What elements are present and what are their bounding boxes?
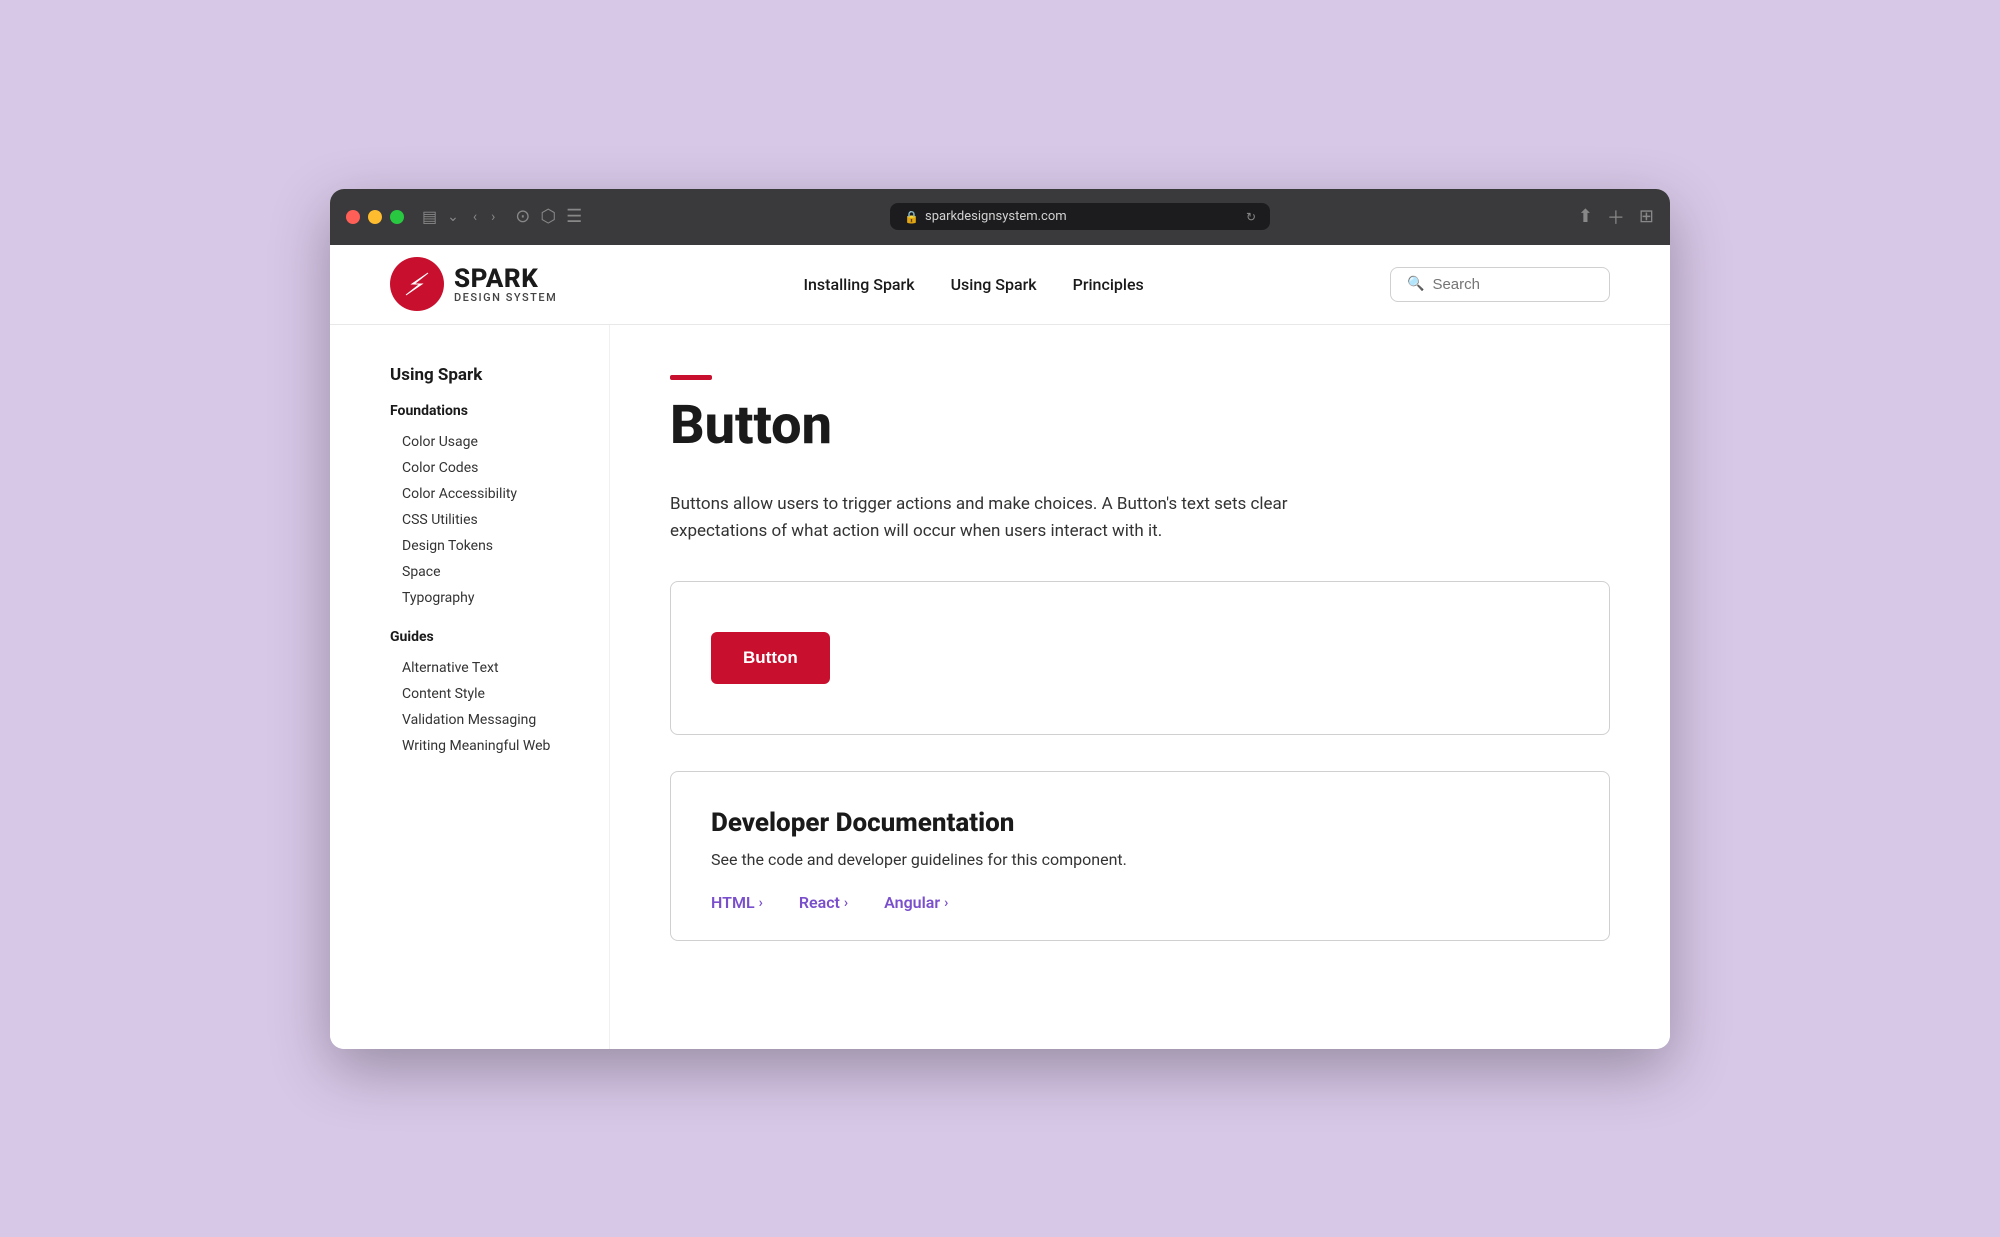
sidebar-item-content-style[interactable]: Content Style: [390, 681, 579, 707]
demo-box: Button: [670, 581, 1610, 735]
sidebar-group-guides: Guides: [390, 629, 579, 645]
sidebar-item-space[interactable]: Space: [390, 559, 579, 585]
html-link-arrow: ›: [759, 895, 763, 911]
sidebar-item-color-usage[interactable]: Color Usage: [390, 429, 579, 455]
browser-actions: ⬆ ＋ ⊞: [1578, 204, 1654, 230]
sidebar-item-writing-meaningful-web[interactable]: Writing Meaningful Web: [390, 733, 579, 759]
url-text: sparkdesignsystem.com: [925, 209, 1067, 224]
sidebar: Using Spark Foundations Color Usage Colo…: [330, 325, 610, 1049]
forward-icon[interactable]: ›: [487, 207, 499, 227]
sidebar-item-color-codes[interactable]: Color Codes: [390, 455, 579, 481]
main-content: Button Buttons allow users to trigger ac…: [610, 325, 1670, 1049]
browser-controls: ⊙ ⬡ ☰: [515, 206, 582, 227]
main-layout: Using Spark Foundations Color Usage Colo…: [330, 325, 1670, 1049]
browser-window: ▤ ⌄ ‹ › ⊙ ⬡ ☰ 🔒 sparkdesignsystem.com ↻ …: [330, 189, 1670, 1049]
spark-logo-icon: [390, 257, 444, 311]
nav-links: Installing Spark Using Spark Principles: [803, 275, 1143, 294]
sidebar-toggle-icon[interactable]: ▤: [422, 207, 437, 226]
browser-nav-icons: ▤ ⌄ ‹ ›: [422, 207, 499, 227]
sidebar-group-foundations: Foundations: [390, 403, 579, 419]
page-content: SPARK DESIGN SYSTEM Installing Spark Usi…: [330, 245, 1670, 1049]
logo-area: SPARK DESIGN SYSTEM: [390, 257, 557, 311]
sidebar-section-title: Using Spark: [390, 365, 579, 385]
share-icon[interactable]: ⬆: [1578, 206, 1593, 227]
tab-overview-icon[interactable]: ⊞: [1639, 206, 1654, 227]
angular-link-arrow: ›: [944, 895, 948, 911]
reload-icon[interactable]: ↻: [1246, 210, 1256, 224]
maximize-button[interactable]: [390, 210, 404, 224]
dev-doc-link-angular[interactable]: Angular ›: [884, 893, 948, 912]
browser-chrome: ▤ ⌄ ‹ › ⊙ ⬡ ☰ 🔒 sparkdesignsystem.com ↻ …: [330, 189, 1670, 245]
dev-doc-link-html[interactable]: HTML ›: [711, 893, 763, 912]
logo-spark-label: SPARK: [454, 266, 557, 292]
minimize-button[interactable]: [368, 210, 382, 224]
page-title: Button: [670, 396, 1610, 455]
lock-icon: 🔒: [904, 210, 919, 224]
sidebar-item-typography[interactable]: Typography: [390, 585, 579, 611]
nav-installing-spark[interactable]: Installing Spark: [803, 275, 914, 294]
nav-chevron-icon: ⌄: [443, 207, 463, 227]
page-description: Buttons allow users to trigger actions a…: [670, 491, 1310, 545]
reader-icon[interactable]: ☰: [566, 206, 582, 227]
dev-doc-links: HTML › React › Angular ›: [711, 893, 1569, 912]
dev-doc-title: Developer Documentation: [711, 808, 1569, 838]
logo-text: SPARK DESIGN SYSTEM: [454, 266, 557, 303]
search-icon: 🔍: [1407, 276, 1424, 292]
traffic-lights: [346, 210, 404, 224]
nav-principles[interactable]: Principles: [1073, 275, 1144, 294]
dev-doc-link-react[interactable]: React ›: [799, 893, 848, 912]
address-bar-container: 🔒 sparkdesignsystem.com ↻: [594, 203, 1566, 230]
react-link-arrow: ›: [844, 895, 848, 911]
search-box[interactable]: 🔍: [1390, 267, 1610, 302]
sidebar-item-css-utilities[interactable]: CSS Utilities: [390, 507, 579, 533]
demo-button[interactable]: Button: [711, 632, 830, 684]
sidebar-item-alternative-text[interactable]: Alternative Text: [390, 655, 579, 681]
close-button[interactable]: [346, 210, 360, 224]
back-icon[interactable]: ‹: [469, 207, 481, 227]
sidebar-item-validation-messaging[interactable]: Validation Messaging: [390, 707, 579, 733]
dev-doc-card: Developer Documentation See the code and…: [670, 771, 1610, 941]
sidebar-item-design-tokens[interactable]: Design Tokens: [390, 533, 579, 559]
page-accent-bar: [670, 375, 712, 380]
site-header: SPARK DESIGN SYSTEM Installing Spark Usi…: [330, 245, 1670, 325]
sidebar-item-color-accessibility[interactable]: Color Accessibility: [390, 481, 579, 507]
onepassword-icon[interactable]: ⊙: [515, 206, 530, 227]
search-input[interactable]: [1432, 276, 1631, 293]
dev-doc-description: See the code and developer guidelines fo…: [711, 850, 1569, 869]
nav-using-spark[interactable]: Using Spark: [951, 275, 1037, 294]
new-tab-icon[interactable]: ＋: [1607, 204, 1625, 230]
address-bar[interactable]: 🔒 sparkdesignsystem.com ↻: [890, 203, 1270, 230]
logo-subtitle-label: DESIGN SYSTEM: [454, 292, 557, 303]
shield-icon[interactable]: ⬡: [540, 206, 556, 227]
